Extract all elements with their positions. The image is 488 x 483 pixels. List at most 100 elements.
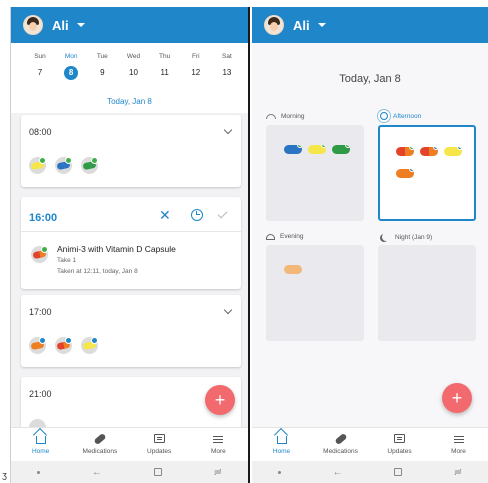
- pill-icon[interactable]: [55, 157, 72, 174]
- pill-icon[interactable]: [81, 157, 98, 174]
- chevron-down-icon[interactable]: [317, 23, 326, 27]
- nav-label: Updates: [147, 448, 172, 455]
- pill-icon: [396, 169, 414, 178]
- chevron-down-icon[interactable]: [223, 125, 233, 135]
- app-bar: Ali: [11, 7, 248, 43]
- home-square-icon[interactable]: [394, 468, 403, 476]
- recents-icon[interactable]: ≓: [454, 467, 462, 478]
- pill-icon: [333, 432, 348, 446]
- add-button[interactable]: +: [442, 383, 472, 413]
- pill-icon[interactable]: [55, 337, 72, 354]
- dose-card-1600-expanded[interactable]: 16:00 ✕ Animi-3 with Vitamin D Capsule T…: [21, 197, 241, 289]
- app-bar: Ali: [252, 7, 488, 43]
- avatar[interactable]: [264, 15, 284, 35]
- period-evening-label: Evening: [266, 233, 304, 240]
- recents-icon[interactable]: ≓: [214, 467, 222, 478]
- pill-icon[interactable]: [29, 337, 46, 354]
- day-sun[interactable]: Sun 7: [27, 53, 53, 80]
- pending-badge-icon: [65, 337, 72, 344]
- week-calendar: Sun 7 Mon 8 Tue 9 Wed 10 Thu 11 Fri 12 Sat 13 T…: [11, 43, 248, 113]
- dose-instruction: Take 1: [57, 257, 77, 264]
- day-wed[interactable]: Wed 10: [120, 53, 146, 80]
- back-icon[interactable]: ←: [92, 467, 102, 478]
- nav-updates[interactable]: Updates: [370, 428, 429, 461]
- nav-label: More: [210, 448, 226, 455]
- avatar[interactable]: [23, 15, 43, 35]
- afternoon-tile[interactable]: [378, 125, 476, 221]
- chevron-down-icon[interactable]: [76, 23, 85, 27]
- pill-icon: [284, 265, 302, 274]
- today-link[interactable]: Today, Jan 8: [11, 97, 248, 106]
- menu-icon: [453, 438, 464, 440]
- alarm-icon[interactable]: [191, 209, 203, 221]
- nav-label: Home: [31, 448, 50, 455]
- divider: [21, 231, 241, 232]
- day-name: Sun: [34, 53, 46, 60]
- day-sat[interactable]: Sat 13: [214, 53, 240, 80]
- updates-icon: [153, 434, 165, 443]
- day-mon[interactable]: Mon 8: [58, 53, 84, 80]
- close-icon[interactable]: ✕: [159, 207, 171, 224]
- dose-card-0800[interactable]: 08:00: [21, 115, 241, 187]
- day-fri[interactable]: Fri 12: [183, 53, 209, 80]
- nav-label: Medications: [323, 448, 358, 455]
- pill-row: [29, 337, 98, 354]
- menu-icon: [213, 438, 224, 440]
- morning-tile[interactable]: [266, 125, 364, 221]
- check-badge-icon: [409, 147, 414, 150]
- day-name: Wed: [126, 53, 141, 60]
- pill-icon[interactable]: [29, 157, 46, 174]
- pill-icon: [93, 432, 107, 446]
- pill-icon: [444, 147, 462, 156]
- pill-icon[interactable]: [81, 337, 98, 354]
- period-label: Night (Jan 9): [395, 233, 433, 241]
- dose-card-1700[interactable]: 17:00: [21, 295, 241, 367]
- screenshot: Ali Sun 7 Mon 8 Tue 9 Wed 10 Thu 11 Fri 12 Sat…: [0, 0, 488, 483]
- sun-icon: [380, 112, 388, 120]
- user-name[interactable]: Ali: [52, 18, 69, 33]
- nav-more[interactable]: More: [189, 428, 248, 461]
- day-thu[interactable]: Thu 11: [152, 53, 178, 80]
- day-tue[interactable]: Tue 9: [89, 53, 115, 80]
- sunrise-icon: [266, 114, 276, 119]
- check-badge-icon: [41, 246, 48, 253]
- day-name: Thu: [159, 53, 171, 60]
- assistant-dot-icon[interactable]: [36, 470, 40, 474]
- night-tile[interactable]: [378, 245, 476, 341]
- day-number: 13: [222, 68, 232, 77]
- nav-medications[interactable]: Medications: [70, 428, 129, 461]
- nav-label: More: [451, 448, 466, 455]
- pill-icon: [308, 145, 326, 154]
- period-label: Morning: [281, 113, 305, 120]
- home-icon: [276, 436, 287, 444]
- add-button[interactable]: +: [205, 385, 235, 415]
- dose-time: 17:00: [29, 307, 52, 317]
- back-icon[interactable]: ←: [332, 467, 342, 478]
- day-name: Sat: [222, 53, 232, 60]
- user-name[interactable]: Ali: [293, 18, 310, 33]
- assistant-dot-icon[interactable]: [277, 470, 281, 474]
- nav-medications[interactable]: Medications: [311, 428, 370, 461]
- nav-label: Updates: [387, 448, 412, 455]
- medication-name[interactable]: Animi-3 with Vitamin D Capsule: [57, 244, 176, 254]
- home-square-icon[interactable]: [153, 468, 162, 476]
- day-number: 10: [129, 68, 138, 77]
- check-icon[interactable]: [217, 208, 228, 219]
- pending-badge-icon: [433, 147, 438, 150]
- day-number-selected: 8: [64, 66, 79, 80]
- nav-home[interactable]: Home: [252, 428, 311, 461]
- day-number: 12: [191, 68, 201, 77]
- bottom-nav: Home Medications Updates More: [11, 427, 248, 461]
- phone-grid-view: Ali Today, Jan 8 Morning Afternoon Eveni…: [252, 7, 488, 483]
- dose-time: 08:00: [29, 127, 52, 137]
- check-badge-icon: [345, 145, 350, 148]
- taken-status: Taken at 12:11, today, Jan 8: [57, 268, 138, 275]
- dose-time: 21:00: [29, 389, 52, 399]
- pending-badge-icon: [91, 337, 98, 344]
- nav-home[interactable]: Home: [11, 428, 70, 461]
- nav-more[interactable]: More: [429, 428, 488, 461]
- nav-updates[interactable]: Updates: [130, 428, 189, 461]
- evening-tile[interactable]: [266, 245, 364, 341]
- home-icon: [35, 436, 46, 444]
- chevron-down-icon[interactable]: [223, 305, 233, 315]
